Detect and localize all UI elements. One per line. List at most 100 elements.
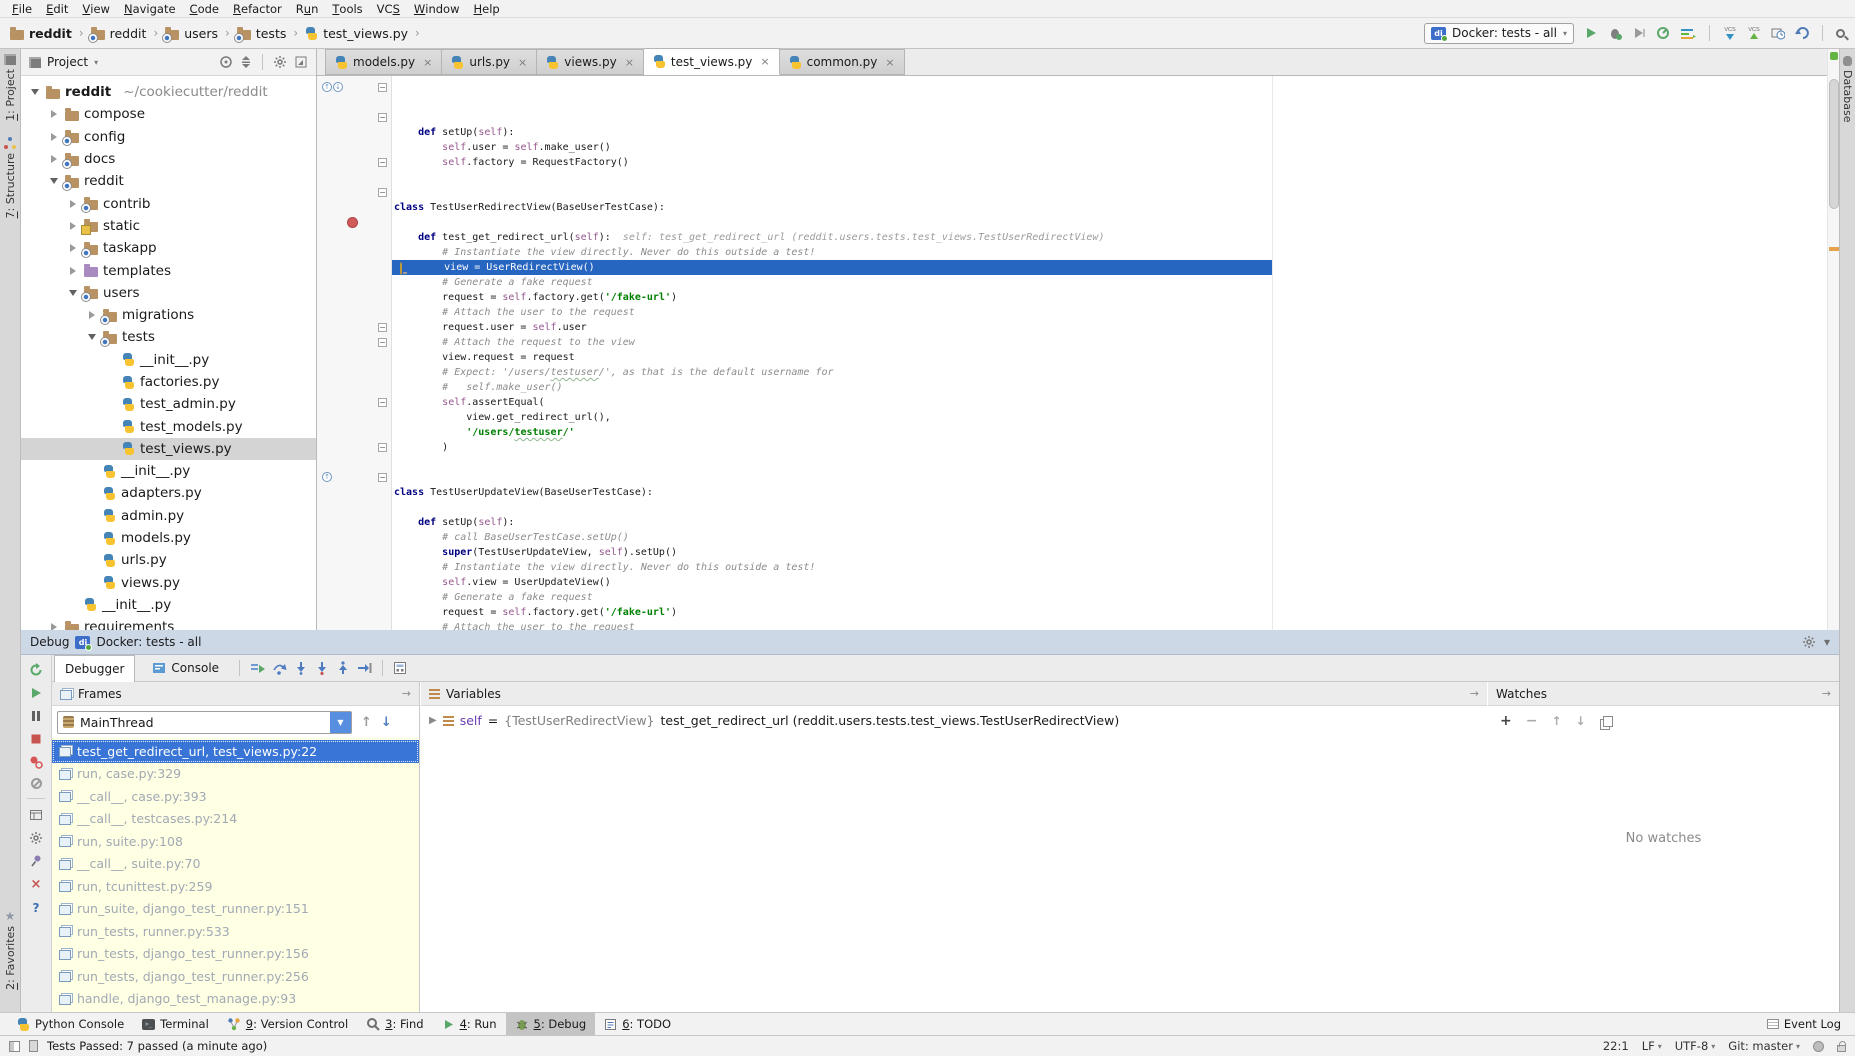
sidebar-item-database[interactable]: Database xyxy=(1841,70,1854,123)
event-log-button[interactable]: Event Log xyxy=(1767,1017,1847,1031)
frame-down-button[interactable]: ↓ xyxy=(381,715,392,730)
menu-item[interactable]: Edit xyxy=(39,0,75,17)
fold-marker-icon[interactable]: − xyxy=(378,338,387,347)
code-line[interactable]: # Instantiate the view directly. Never d… xyxy=(392,245,1827,260)
stack-frame-row[interactable]: run_suite, django_test_runner.py:151 xyxy=(52,898,419,921)
tab-common-py[interactable]: common.py× xyxy=(780,49,905,75)
expand-arrow-icon[interactable] xyxy=(89,311,95,319)
tree-item-test_models-py[interactable]: test_models.py xyxy=(21,415,316,437)
toolwindow-button-terminal[interactable]: Terminal xyxy=(133,1013,218,1035)
sidebar-item-favorites[interactable]: ★2: Favorites xyxy=(4,910,17,990)
menu-item[interactable]: Refactor xyxy=(226,0,289,17)
pin-icon[interactable] xyxy=(29,854,43,868)
gutter-row[interactable] xyxy=(317,140,391,155)
tree-item-docs[interactable]: docs xyxy=(21,148,316,170)
fold-marker-icon[interactable]: − xyxy=(378,113,387,122)
thread-selector[interactable]: MainThread ▼ xyxy=(57,711,352,734)
code-line[interactable]: # self.make_user() xyxy=(392,380,1827,395)
menu-item[interactable]: Navigate xyxy=(117,0,183,17)
encoding-selector[interactable]: UTF-8▾ xyxy=(1675,1039,1716,1053)
tab-test_views-py[interactable]: test_views.py× xyxy=(644,48,780,75)
restore-icon[interactable]: → xyxy=(1822,687,1831,700)
code-line[interactable] xyxy=(392,470,1827,485)
variable-row[interactable]: ▶self = {TestUserRedirectView} test_get_… xyxy=(421,706,1487,728)
restore-icon[interactable]: → xyxy=(402,687,411,700)
tree-item-__init__-py[interactable]: __init__.py xyxy=(21,594,316,616)
gear-icon[interactable] xyxy=(273,55,287,69)
code-line[interactable]: # Generate a fake request xyxy=(392,590,1827,605)
copy-icon[interactable] xyxy=(1603,716,1613,727)
concurrency-icon[interactable] xyxy=(1680,26,1696,40)
gutter-row[interactable] xyxy=(317,260,391,275)
breakpoint-icon[interactable] xyxy=(347,217,358,228)
gutter-row[interactable] xyxy=(317,605,391,620)
step-out-icon[interactable] xyxy=(336,661,350,675)
tree-item-factories-py[interactable]: factories.py xyxy=(21,371,316,393)
gutter-row[interactable] xyxy=(317,125,391,140)
fold-marker-icon[interactable]: − xyxy=(378,443,387,452)
gutter-row[interactable] xyxy=(317,455,391,470)
tree-item-adapters-py[interactable]: adapters.py xyxy=(21,482,316,504)
gutter-row[interactable]: − xyxy=(317,320,391,335)
run-config-selector[interactable]: Docker: tests - all ▾ xyxy=(1424,23,1574,44)
debug-icon[interactable] xyxy=(1608,26,1622,40)
readonly-lock-icon[interactable] xyxy=(1837,1045,1846,1052)
profiler-icon[interactable] xyxy=(1656,26,1670,40)
expand-arrow-icon[interactable] xyxy=(70,200,76,208)
toolwindow-button-todo[interactable]: 6: TODO xyxy=(595,1013,680,1035)
gutter-row[interactable] xyxy=(317,95,391,110)
toolwindow-switcher-icon[interactable] xyxy=(9,1041,20,1052)
fold-marker-icon[interactable]: − xyxy=(378,323,387,332)
tree-item-test_views-py[interactable]: test_views.py xyxy=(21,438,316,460)
step-over-icon[interactable] xyxy=(272,661,287,675)
code-line[interactable]: # Attach the user to the request xyxy=(392,305,1827,320)
toolwindow-button-pythonconsole[interactable]: Python Console xyxy=(8,1013,133,1035)
tab-console[interactable]: Console xyxy=(142,655,229,682)
expand-arrow-icon[interactable] xyxy=(70,222,76,230)
menu-item[interactable]: Code xyxy=(183,0,226,17)
code-line[interactable]: view.request = request xyxy=(392,350,1827,365)
vcs-up-icon[interactable]: VCS xyxy=(1747,25,1761,41)
restore-icon[interactable]: → xyxy=(1470,687,1479,700)
close-icon[interactable]: × xyxy=(31,877,42,892)
move-down-icon[interactable]: ↓ xyxy=(1576,714,1586,728)
collapse-all-icon[interactable] xyxy=(240,55,252,69)
code-line[interactable]: # Expect: '/users/testuser/', as that is… xyxy=(392,365,1827,380)
step-into-my-icon[interactable] xyxy=(315,661,329,675)
code-line[interactable] xyxy=(392,185,1827,200)
sidebar-item-project[interactable]: 1: Project xyxy=(4,54,17,121)
thread-dropdown-button[interactable]: ▼ xyxy=(330,712,351,733)
hide-icon[interactable] xyxy=(294,55,308,69)
gutter-row[interactable] xyxy=(317,545,391,560)
stack-frame-row[interactable]: handle, django_test_manage.py:93 xyxy=(52,988,419,1011)
collapse-arrow-icon[interactable] xyxy=(69,290,77,296)
toolwindow-button-debug[interactable]: 5: Debug xyxy=(506,1013,596,1035)
restore-layout-icon[interactable] xyxy=(29,808,43,822)
code-line[interactable] xyxy=(392,500,1827,515)
gutter-row[interactable]: ↑− xyxy=(317,470,391,485)
stack-frame-row[interactable]: run_tests, django_test_runner.py:256 xyxy=(52,965,419,988)
tree-item-__init__-py[interactable]: __init__.py xyxy=(21,460,316,482)
tree-item-__init__-py[interactable]: __init__.py xyxy=(21,349,316,371)
code-line[interactable] xyxy=(392,215,1827,230)
fold-marker-icon[interactable]: − xyxy=(378,398,387,407)
tree-item-static[interactable]: static xyxy=(21,215,316,237)
stack-frame-row[interactable]: run_tests, django_test_runner.py:156 xyxy=(52,943,419,966)
editor-error-stripe[interactable] xyxy=(1827,49,1839,630)
tree-item-users[interactable]: users xyxy=(21,282,316,304)
stack-frame-row[interactable]: test_get_redirect_url, test_views.py:22 xyxy=(52,740,419,763)
run-icon[interactable] xyxy=(1584,26,1598,40)
breadcrumb-item[interactable]: reddit xyxy=(91,26,147,41)
code-line[interactable]: request.user = self.user xyxy=(392,320,1827,335)
gutter-row[interactable] xyxy=(317,365,391,380)
run-to-cursor-icon[interactable] xyxy=(357,661,372,675)
code-line[interactable] xyxy=(392,170,1827,185)
code-line[interactable]: request = self.factory.get('/fake-url') xyxy=(392,290,1827,305)
tree-item-reddit[interactable]: reddit xyxy=(21,170,316,192)
toolwindow-button-run[interactable]: 4: Run xyxy=(433,1013,506,1035)
resume-icon[interactable] xyxy=(29,686,43,700)
gutter-row[interactable] xyxy=(317,230,391,245)
tree-item-contrib[interactable]: contrib xyxy=(21,192,316,214)
tree-item-tests[interactable]: tests xyxy=(21,326,316,348)
menu-item[interactable]: Tools xyxy=(325,0,369,17)
